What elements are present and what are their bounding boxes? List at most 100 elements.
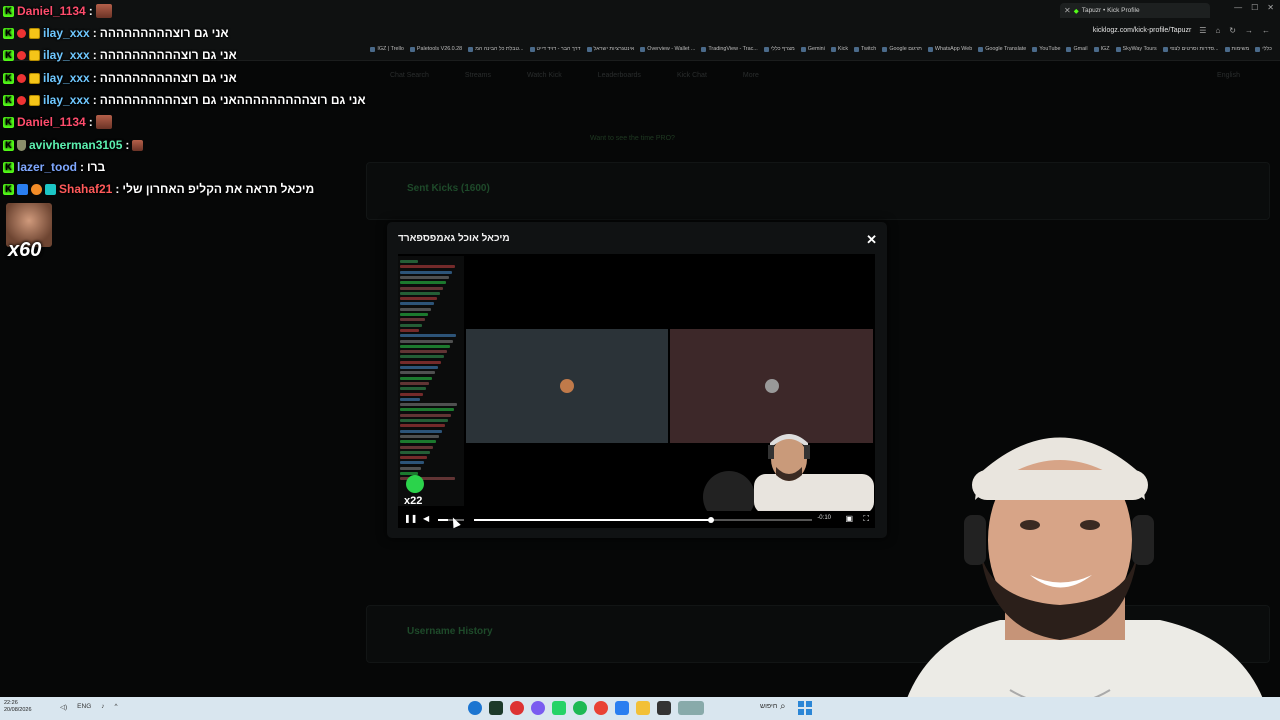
mini-chat-line <box>400 413 451 417</box>
site-nav-item[interactable]: Leaderboards <box>598 72 641 79</box>
bookmark-label: מצרף כללי <box>770 46 795 52</box>
close-window-icon[interactable]: ✕ <box>1267 3 1274 12</box>
bookmark-item[interactable]: Paletools V26.0.28 <box>409 46 462 52</box>
spotify-icon[interactable] <box>573 701 587 715</box>
bookmark-favicon-icon <box>468 46 474 52</box>
nav-buttons: ☰ ⌂ ↻ → ← <box>1199 26 1270 35</box>
mini-chat-line <box>400 456 427 460</box>
folder-icon[interactable] <box>636 701 650 715</box>
emote-icon <box>95 4 112 18</box>
player-controls: ❚❚ ◀ -0:10 ▣ ⛶ <box>398 510 875 528</box>
taskbar-search[interactable]: חיפוש <box>760 703 777 710</box>
chrome-icon[interactable] <box>594 701 608 715</box>
chat-username[interactable]: ilay_xxx <box>43 71 90 85</box>
volume-tray-icon[interactable]: ◁) <box>60 703 67 711</box>
kick-badge-icon: K <box>3 27 14 39</box>
home-icon[interactable]: ⌂ <box>1215 26 1220 35</box>
browser-tab[interactable]: ✕ ◆ Tapuzr • Kick Profile <box>1060 3 1210 18</box>
chat-username[interactable]: Shahaf21 <box>59 182 112 196</box>
site-nav-item[interactable]: Streams <box>465 72 491 79</box>
pro-link[interactable]: Want to see the time PRO? <box>590 135 675 142</box>
chat-username[interactable]: Daniel_1134 <box>17 4 86 18</box>
video-player[interactable]: x22 ❚❚ ◀ -0:10 ▣ ⛶ <box>398 254 875 528</box>
video-chat-panel <box>398 256 464 506</box>
app-icon[interactable] <box>468 701 482 715</box>
fullscreen-icon[interactable]: ⛶ <box>863 514 869 524</box>
chat-message: Kilay_xxx : אני גם רוצהההההההההה <box>3 67 237 89</box>
chat-message: Kilay_xxx : אני גם רוצהההההההההה <box>3 44 237 66</box>
bookmark-label: Gemini <box>807 46 825 52</box>
chat-username[interactable]: avivherman3105 <box>29 138 122 152</box>
seek-handle[interactable] <box>707 517 714 523</box>
chat-username[interactable]: ilay_xxx <box>43 48 90 62</box>
mini-chat-line <box>400 360 441 364</box>
language-indicator[interactable]: ENG <box>77 703 91 711</box>
minimize-icon[interactable]: — <box>1234 3 1242 12</box>
site-nav-item[interactable]: Chat Search <box>390 72 429 79</box>
maximize-icon[interactable]: ☐ <box>1251 3 1258 12</box>
bookmark-item[interactable]: טבלת כל הבינה המ... <box>468 46 524 52</box>
search-icon[interactable]: ⌕ <box>780 701 786 712</box>
chat-username[interactable]: ilay_xxx <box>43 26 90 40</box>
app-icon[interactable] <box>489 701 503 715</box>
mini-chat-line <box>400 307 431 311</box>
start-button[interactable] <box>798 701 812 715</box>
bookmark-item[interactable]: Google תרגום <box>882 46 922 52</box>
taskbar-clock[interactable]: 22:26 20/08/2026 <box>4 700 32 714</box>
bookmark-item[interactable]: Gmail <box>1066 46 1088 52</box>
forward-icon[interactable]: → <box>1245 26 1253 35</box>
site-nav-item[interactable]: Watch Kick <box>527 72 562 79</box>
chat-username[interactable]: ilay_xxx <box>43 93 90 107</box>
bookmark-item[interactable]: Twitch <box>854 46 876 52</box>
mini-chat-line <box>400 440 436 444</box>
reload-icon[interactable]: ↻ <box>1229 26 1236 35</box>
bookmark-item[interactable]: IGZ | Trello <box>370 46 404 52</box>
site-nav-item[interactable]: More <box>743 72 759 79</box>
tab-close-icon[interactable]: ✕ <box>1064 6 1071 15</box>
close-icon[interactable]: ✕ <box>866 232 877 248</box>
site-nav-item[interactable]: Kick Chat <box>677 72 707 79</box>
bookmark-item[interactable]: Google Translate <box>978 46 1026 52</box>
mic-icon[interactable]: ♪ <box>101 703 104 711</box>
url-field[interactable]: kicklogz.com/kick-profile/Tapuzr <box>1093 27 1191 34</box>
app-icon[interactable] <box>531 701 545 715</box>
whatsapp-icon[interactable] <box>552 701 566 715</box>
bookmark-item[interactable]: Gemini <box>800 46 825 52</box>
back-icon[interactable]: ← <box>1262 26 1270 35</box>
chat-message: Kilay_xxx : אני גם רוצההההההההה <box>3 22 229 44</box>
mini-chat-line <box>400 429 442 433</box>
bookmark-item[interactable]: כללי <box>1255 46 1272 52</box>
chat-username[interactable]: Daniel_1134 <box>17 115 86 129</box>
app-icon[interactable] <box>678 701 704 715</box>
bookmark-favicon-icon <box>640 46 646 52</box>
app-icon[interactable] <box>657 701 671 715</box>
chat-username[interactable]: lazer_tood <box>17 160 77 174</box>
bookmark-item[interactable]: דרך הבר - דויד דייט <box>529 46 581 52</box>
volume-icon[interactable]: ◀ <box>423 514 429 523</box>
app-icon[interactable] <box>510 701 524 715</box>
pip-icon[interactable]: ▣ <box>845 514 853 523</box>
bookmark-item[interactable]: מצרף כללי <box>763 46 795 52</box>
app-icon[interactable] <box>615 701 629 715</box>
pause-icon[interactable]: ❚❚ <box>404 514 417 523</box>
bookmark-favicon-icon <box>927 46 933 52</box>
settings-icon[interactable]: ☰ <box>1199 26 1206 35</box>
language-selector[interactable]: English <box>1217 72 1240 79</box>
seek-bar[interactable] <box>474 517 812 523</box>
bookmark-item[interactable]: סדרות וסרטים לצפי... <box>1162 46 1219 52</box>
bookmark-item[interactable]: SkyWay Tours <box>1115 46 1157 52</box>
bookmark-item[interactable]: Overview - Wallet ... <box>640 46 695 52</box>
mini-chat-line <box>400 461 424 465</box>
bookmark-item[interactable]: WhatsApp Web <box>927 46 972 52</box>
clock-date: 20/08/2026 <box>4 707 32 713</box>
chat-text: אני גם רוצהההההההההה <box>99 48 237 62</box>
bookmark-item[interactable]: אינטגרציות ישראל <box>586 46 634 52</box>
bookmark-item[interactable]: IGZ <box>1093 46 1110 52</box>
bookmark-favicon-icon <box>763 46 769 52</box>
vip-badge-icon <box>17 95 26 105</box>
bookmark-item[interactable]: Kick <box>830 46 848 52</box>
bookmark-item[interactable]: YouTube <box>1032 46 1060 52</box>
chevron-up-icon[interactable]: ^ <box>115 703 118 711</box>
bookmark-item[interactable]: משימות <box>1224 46 1249 52</box>
bookmark-item[interactable]: TradingView - Trac... <box>701 46 758 52</box>
